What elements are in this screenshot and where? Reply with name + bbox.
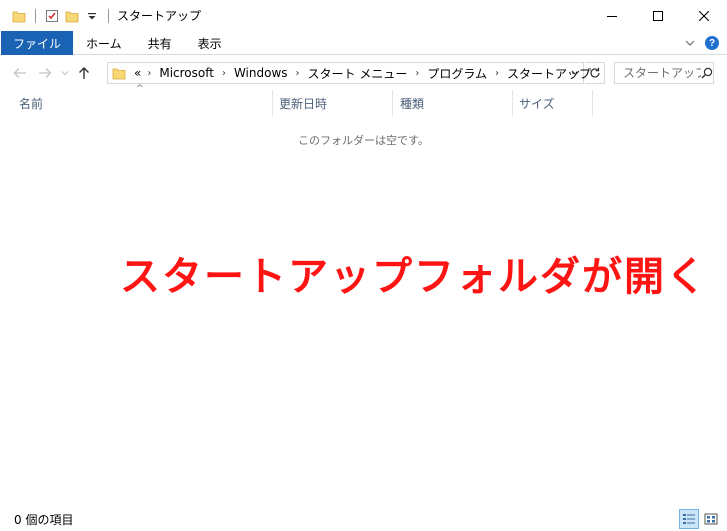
chevron-down-icon	[61, 70, 69, 75]
forward-button[interactable]	[33, 60, 57, 86]
large-icons-view-icon	[704, 513, 718, 525]
view-switcher	[679, 507, 721, 531]
maximize-button[interactable]	[635, 0, 681, 31]
chevron-right-icon[interactable]: ›	[222, 68, 226, 79]
empty-folder-message: このフォルダーは空です。	[298, 134, 429, 147]
folder-icon	[112, 66, 126, 80]
breadcrumb-overflow[interactable]: «	[134, 66, 141, 80]
breadcrumb-windows[interactable]: Windows	[234, 66, 288, 80]
column-header-type[interactable]: 種類	[400, 90, 424, 116]
chevron-right-icon[interactable]: ›	[296, 68, 300, 79]
close-icon	[699, 10, 709, 21]
refresh-button[interactable]	[585, 62, 605, 84]
ribbon-tabs: ファイル ホーム 共有 表示 ?	[0, 31, 727, 55]
item-count: 0 個の項目	[14, 512, 74, 527]
search-input[interactable]	[623, 64, 701, 82]
search-box[interactable]	[614, 62, 714, 84]
ribbon-right-controls: ?	[679, 31, 723, 55]
column-header-date-modified[interactable]: 更新日時	[279, 90, 327, 116]
search-icon[interactable]	[701, 67, 713, 79]
chevron-down-icon	[571, 70, 579, 76]
properties-icon[interactable]	[42, 5, 62, 27]
column-divider[interactable]	[512, 90, 513, 116]
back-button[interactable]	[7, 60, 33, 86]
folder-icon[interactable]	[9, 5, 29, 27]
column-headers: 名前 更新日時 種類 サイズ	[0, 90, 727, 116]
close-button[interactable]	[681, 0, 727, 31]
help-icon: ?	[705, 36, 719, 50]
expand-ribbon-button[interactable]	[679, 31, 701, 55]
details-view-icon	[683, 514, 695, 524]
chevron-down-icon	[685, 40, 695, 46]
explorer-window: スタートアップ ファイル ホーム 共有 表示 ? « › Microsoft ›…	[0, 0, 727, 531]
window-controls	[589, 0, 727, 31]
window-title: スタートアップ	[117, 9, 202, 23]
address-bar[interactable]: « › Microsoft › Windows › スタート メニュー › プロ…	[107, 62, 591, 84]
chevron-right-icon[interactable]: ›	[495, 68, 499, 79]
breadcrumb-programs[interactable]: プログラム	[427, 65, 487, 82]
customize-toolbar-icon[interactable]	[82, 5, 102, 27]
breadcrumb-microsoft[interactable]: Microsoft	[159, 66, 214, 80]
column-header-name[interactable]: 名前	[19, 90, 43, 116]
tab-share[interactable]: 共有	[135, 31, 185, 55]
maximize-icon	[653, 10, 663, 21]
toolbar-separator	[35, 8, 36, 23]
tab-home[interactable]: ホーム	[73, 31, 135, 55]
status-bar: 0 個の項目	[0, 507, 727, 531]
chevron-right-icon[interactable]: ›	[415, 68, 419, 79]
refresh-icon	[589, 67, 600, 78]
navigation-bar: « › Microsoft › Windows › スタート メニュー › プロ…	[0, 56, 727, 89]
arrow-right-icon	[39, 67, 52, 78]
new-folder-icon[interactable]	[62, 5, 82, 27]
up-button[interactable]	[73, 60, 95, 86]
arrow-left-icon	[13, 67, 26, 78]
tab-view[interactable]: 表示	[185, 31, 235, 55]
chevron-right-icon: ›	[147, 67, 152, 79]
minimize-button[interactable]	[589, 0, 635, 31]
minimize-icon	[607, 15, 617, 17]
breadcrumb-start-menu[interactable]: スタート メニュー	[308, 65, 408, 82]
tab-file[interactable]: ファイル	[1, 31, 74, 55]
file-list-area[interactable]: このフォルダーは空です。	[0, 132, 727, 148]
title-bar: スタートアップ	[0, 0, 727, 31]
column-divider[interactable]	[392, 90, 393, 116]
large-icons-view-button[interactable]	[701, 509, 721, 529]
details-view-button[interactable]	[679, 509, 699, 529]
arrow-up-icon	[79, 66, 89, 79]
column-header-size[interactable]: サイズ	[519, 90, 555, 116]
help-button[interactable]: ?	[701, 31, 723, 55]
overlay-annotation: スタートアップフォルダが開く	[120, 254, 708, 300]
address-history-button[interactable]	[567, 63, 583, 83]
recent-locations-button[interactable]	[57, 60, 73, 86]
toolbar-separator	[108, 8, 109, 23]
quick-access-toolbar: スタートアップ	[0, 0, 201, 31]
column-divider[interactable]	[592, 90, 593, 116]
column-divider[interactable]	[272, 90, 273, 116]
